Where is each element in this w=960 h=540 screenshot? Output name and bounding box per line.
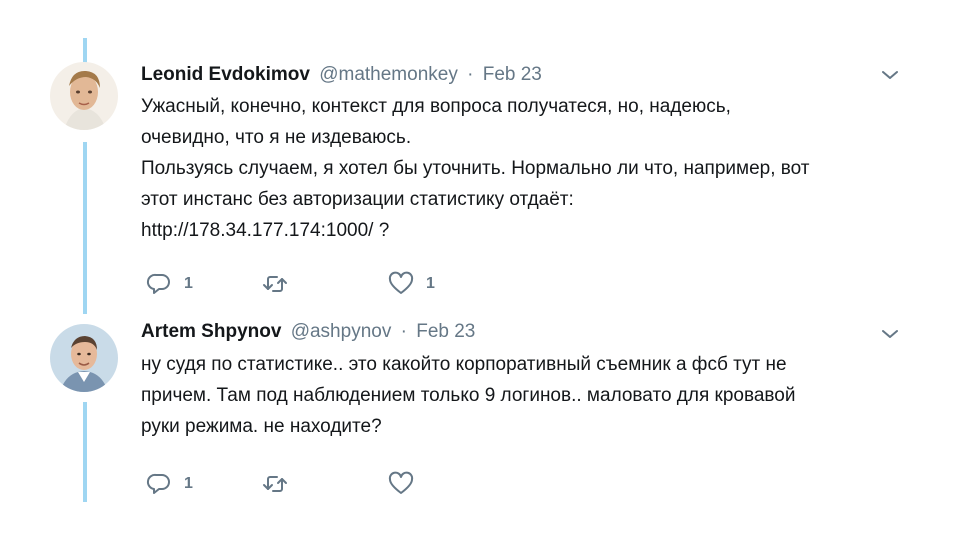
tweet-text-line: очевидно, что я не издеваюсь.	[141, 127, 412, 148]
reply-icon	[146, 471, 172, 497]
tweet-actions: 1	[141, 469, 901, 499]
tweet-text-line: Пользуясь случаем, я хотел бы уточнить. …	[141, 158, 810, 179]
retweet-button[interactable]	[262, 469, 300, 499]
avatar[interactable]	[50, 62, 118, 130]
retweet-button[interactable]	[262, 269, 300, 299]
heart-icon	[388, 471, 414, 497]
reply-count: 1	[184, 275, 193, 292]
like-button[interactable]	[388, 469, 426, 499]
reply-icon	[146, 271, 172, 297]
separator-dot: ·	[467, 64, 474, 85]
author-name[interactable]: Leonid Evdokimov	[141, 64, 310, 85]
author-handle[interactable]: @mathemonkey	[319, 64, 458, 85]
chevron-down-icon[interactable]	[881, 66, 899, 84]
tweet-date[interactable]: Feb 23	[416, 321, 475, 342]
reply-count: 1	[184, 475, 193, 492]
tweet-text: Ужасный, конечно, контекст для вопроса п…	[141, 91, 901, 246]
author-name[interactable]: Artem Shpynov	[141, 321, 281, 342]
tweet-text-line: этот инстанс без авторизации статистику …	[141, 189, 574, 210]
tweet-text-line: Ужасный, конечно, контекст для вопроса п…	[141, 96, 731, 117]
tweet-content: Artem Shpynov @ashpynov · Feb 23 ну судя…	[141, 318, 901, 499]
tweet-link[interactable]: http://178.34.177.174:1000/ ?	[141, 215, 901, 246]
tweet-header: Artem Shpynov @ashpynov · Feb 23	[141, 315, 901, 349]
tweet-text-line: ну судя по статистике.. это какойто корп…	[141, 354, 787, 375]
retweet-icon	[262, 471, 288, 497]
tweet-text: ну судя по статистике.. это какойто корп…	[141, 349, 901, 442]
avatar[interactable]	[50, 324, 118, 392]
tweet-text-line: причем. Там под наблюдением только 9 лог…	[141, 385, 796, 406]
tweet-text-line: руки режима. не находите?	[141, 416, 382, 437]
separator-dot: ·	[400, 321, 407, 342]
like-button[interactable]: 1	[388, 269, 435, 299]
chevron-down-icon[interactable]	[881, 325, 899, 343]
tweet[interactable]: Artem Shpynov @ashpynov · Feb 23 ну судя…	[50, 318, 920, 498]
retweet-icon	[262, 271, 288, 297]
reply-button[interactable]: 1	[146, 469, 193, 499]
heart-icon	[388, 271, 414, 297]
author-handle[interactable]: @ashpynov	[291, 321, 392, 342]
reply-button[interactable]: 1	[146, 269, 193, 299]
like-count: 1	[426, 275, 435, 292]
tweet-actions: 1 1	[141, 269, 901, 299]
tweet-date[interactable]: Feb 23	[483, 64, 542, 85]
tweet[interactable]: Leonid Evdokimov @mathemonkey · Feb 23 У…	[50, 58, 920, 308]
tweet-header: Leonid Evdokimov @mathemonkey · Feb 23	[141, 58, 901, 92]
tweet-content: Leonid Evdokimov @mathemonkey · Feb 23 У…	[141, 58, 901, 299]
